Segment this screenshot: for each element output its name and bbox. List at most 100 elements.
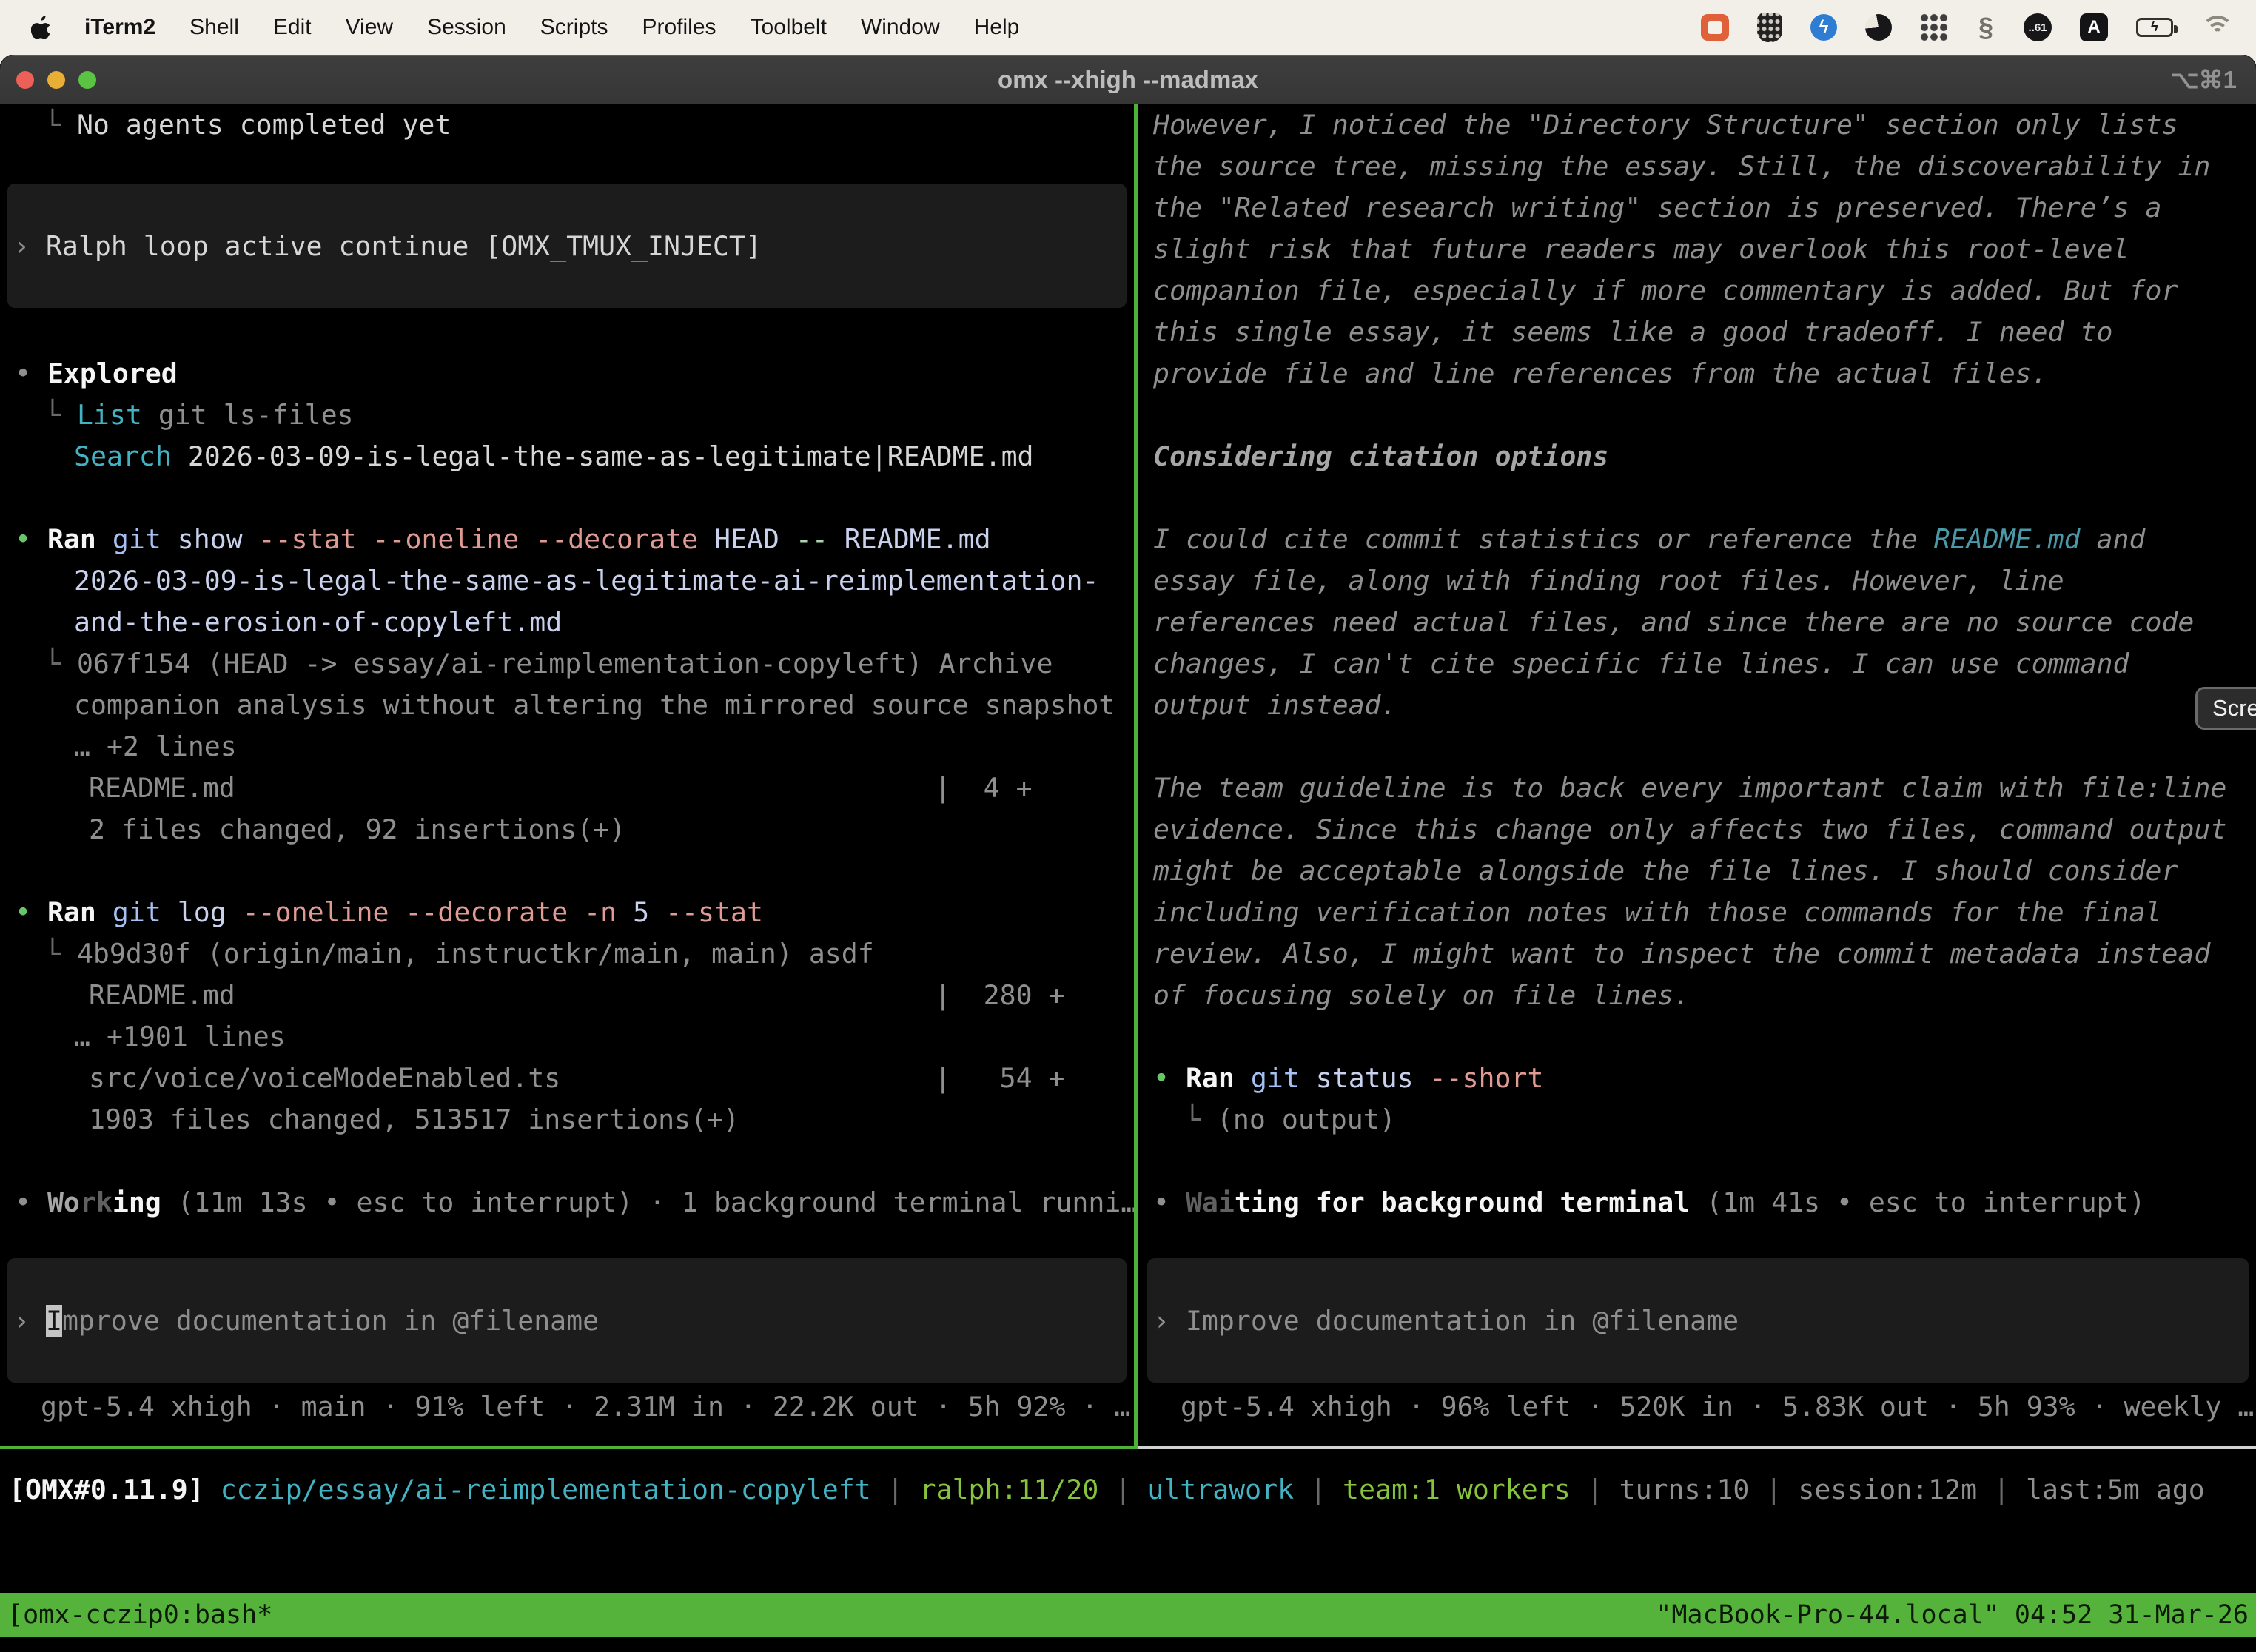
text-segment: gpt-5.4 xhigh · main · 91% left · 2.31M … [41, 1391, 1130, 1423]
terminal-line: this single essay, it seems like a good … [1140, 311, 2256, 352]
menu-items: iTerm2 Shell Edit View Session Scripts Profile… [84, 15, 1019, 40]
text-segment: Considering citation options [1153, 440, 1608, 472]
text-segment: Ran [1186, 1062, 1235, 1094]
text-segment: README.md [1934, 523, 2081, 555]
terminal-line: the source tree, missing the essay. Stil… [1140, 145, 2256, 187]
apple-menu-icon[interactable] [31, 16, 52, 39]
text-segment: • [15, 523, 47, 555]
terminal-line: • Working (11m 13s • esc to interrupt) ·… [0, 1181, 1134, 1223]
tmux-status-bar: [omx-cczip0:bash* "MacBook-Pro-44.local"… [0, 1593, 2256, 1637]
terminal-blank-line [1140, 1223, 2256, 1258]
text-segment: 2026-03-09-is-legal-the-same-as-legitima… [74, 565, 1098, 597]
terminal-blank-line [1140, 725, 2256, 767]
text-segment: 067f154 (HEAD -> essay/ai-reimplementati… [77, 648, 1053, 679]
terminal-blank-line [1140, 1015, 2256, 1057]
terminal-line: README.md | 280 + [0, 974, 1134, 1015]
text-segment: Ran [47, 523, 96, 555]
right-pane[interactable]: However, I noticed the "Directory Struct… [1140, 104, 2256, 1446]
text-segment: git [1251, 1062, 1300, 1094]
terminal-line: • Ran git status --short [1140, 1057, 2256, 1098]
text-segment: last:5m ago [2026, 1474, 2205, 1505]
text-segment: ing [113, 1186, 161, 1218]
terminal-content: └ No agents completed yet› Ralph loop ac… [0, 104, 2256, 1652]
menu-item-view[interactable]: View [346, 15, 393, 40]
menu-item-scripts[interactable]: Scripts [540, 15, 608, 40]
menu-item-help[interactable]: Help [974, 15, 1020, 40]
text-segment [1235, 1062, 1251, 1094]
text-segment: rk [80, 1186, 113, 1218]
terminal-line: essay file, along with finding root file… [1140, 560, 2256, 601]
pie-chart-icon[interactable] [1865, 14, 1892, 41]
text-segment: └ [44, 399, 77, 431]
tab-shortcut-label: ⌥⌘1 [2171, 65, 2256, 94]
battery-icon[interactable]: ϟ [2136, 18, 2173, 37]
terminal-line: However, I noticed the "Directory Struct… [1140, 104, 2256, 145]
text-segment: (no output) [1217, 1104, 1396, 1135]
prompt-input[interactable]: › Improve documentation in @filename [1147, 1258, 2249, 1383]
terminal-line: └ List git ls-files [0, 394, 1134, 435]
shield-grid-icon[interactable] [1757, 13, 1782, 42]
chat-icon[interactable] [1701, 14, 1729, 41]
terminal-line: … +2 lines [0, 725, 1134, 767]
terminal-line: review. Also, I might want to inspect th… [1140, 933, 2256, 974]
text-segment [649, 896, 665, 928]
text-segment [96, 896, 113, 928]
menu-item-iterm2[interactable]: iTerm2 [84, 15, 155, 40]
menu-item-toolbelt[interactable]: Toolbelt [751, 15, 827, 40]
terminal-line: Search 2026-03-09-is-legal-the-same-as-l… [0, 435, 1134, 477]
text-segment [204, 1474, 221, 1505]
squiggle-icon[interactable]: § [1976, 12, 1995, 43]
terminal-line: provide file and line references from th… [1140, 352, 2256, 394]
text-segment: | [1977, 1474, 2026, 1505]
prompt-input[interactable]: › Improve documentation in @filename [7, 1258, 1127, 1383]
menu-item-shell[interactable]: Shell [189, 15, 239, 40]
terminal-blank-line [0, 1140, 1134, 1181]
menu-item-profiles[interactable]: Profiles [642, 15, 716, 40]
text-segment [568, 896, 584, 928]
text-segment: of focusing solely on file lines. [1153, 979, 1690, 1011]
pane-divider-vertical[interactable] [1134, 104, 1138, 1446]
left-pane[interactable]: └ No agents completed yet› Ralph loop ac… [0, 104, 1134, 1446]
text-segment: However, I noticed the "Directory Struct… [1153, 109, 2178, 141]
window-title-bar[interactable]: omx --xhigh --madmax ⌥⌘1 [0, 55, 2256, 104]
text-segment: | [1749, 1474, 1798, 1505]
text-segment: team:1 workers [1343, 1474, 1571, 1505]
menu-item-window[interactable]: Window [861, 15, 940, 40]
text-segment: • [15, 1186, 47, 1218]
usage-badge-icon[interactable]: ..61 [2024, 13, 2052, 41]
text-segment: 2026-03-09-is-legal-the-same-as-legitima… [172, 440, 1034, 472]
text-segment: | [871, 1474, 920, 1505]
text-segment: cczip/essay/ai-reimplementation-copyleft [221, 1474, 871, 1505]
text-segment: ultrawork [1147, 1474, 1294, 1505]
text-segment: The team guideline is to back every impo… [1153, 772, 2226, 804]
text-segment: --stat --oneline --decorate [259, 523, 698, 555]
text-segment: --stat [665, 896, 763, 928]
dots-grid-icon[interactable] [1920, 13, 1948, 41]
text-segment: git [113, 896, 161, 928]
inactive-pane-border [1138, 1446, 2256, 1449]
terminal-line: including verification notes with those … [1140, 891, 2256, 933]
terminal-line: └ No agents completed yet [0, 104, 1134, 145]
text-segment: | [1571, 1474, 1619, 1505]
text-segment: output instead. [1153, 689, 1397, 721]
text-segment: └ [44, 648, 77, 679]
text-segment: HEAD [698, 523, 796, 555]
text-segment: might be acceptable alongside the file l… [1153, 855, 2178, 887]
blue-bolt-icon[interactable]: ϟ [1810, 14, 1837, 41]
text-segment: • [15, 896, 47, 928]
menu-item-edit[interactable]: Edit [273, 15, 312, 40]
terminal-line: src/voice/voiceModeEnabled.ts | 54 + [0, 1057, 1134, 1098]
wifi-icon[interactable] [2201, 16, 2234, 39]
menu-item-session[interactable]: Session [427, 15, 506, 40]
terminal-line: • Ran git show --stat --oneline --decora… [0, 518, 1134, 560]
terminal-line: The team guideline is to back every impo… [1140, 767, 2256, 808]
terminal-line: output instead. [1140, 684, 2256, 725]
text-segment: Improve documentation in @filename [1186, 1305, 1739, 1337]
text-segment: -n [584, 896, 617, 928]
terminal-line: • Explored [0, 352, 1134, 394]
terminal-line: 1903 files changed, 513517 insertions(+) [0, 1098, 1134, 1140]
text-segment: show [161, 523, 259, 555]
text-segment: turns:10 [1619, 1474, 1750, 1505]
input-source-icon[interactable]: A [2080, 13, 2108, 41]
text-segment: README.md [828, 523, 991, 555]
